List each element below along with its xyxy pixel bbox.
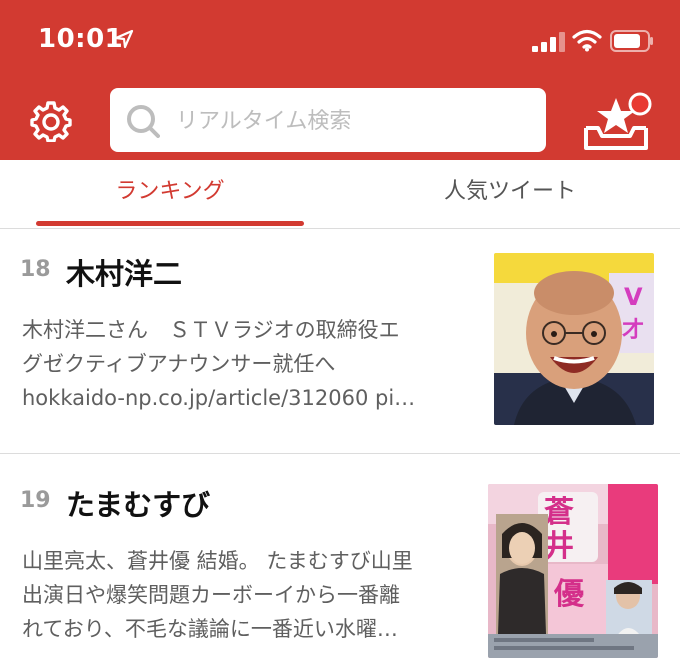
svg-text:井: 井 xyxy=(544,529,574,564)
svg-text:蒼: 蒼 xyxy=(544,495,574,530)
wifi-icon xyxy=(572,29,602,52)
svg-text:才: 才 xyxy=(622,317,644,343)
description-line: hokkaido-np.co.jp/article/312060 pi… xyxy=(22,386,416,410)
description-line: れており、不毛な議論に一番近い水曜… xyxy=(22,617,398,641)
location-arrow-icon xyxy=(114,29,134,49)
gear-icon[interactable] xyxy=(30,100,72,142)
ranking-list-item[interactable]: 19 たまむすび 山里亮太、蒼井優 結婚。 たまむすび山里 出演日や爆笑問題カー… xyxy=(0,454,680,669)
rank-number: 18 xyxy=(20,257,51,282)
active-tab-indicator xyxy=(36,221,304,226)
description-line: グゼクティブアナウンサー就任へ xyxy=(22,352,336,376)
status-bar: 10:01 xyxy=(0,0,680,80)
favorite-star-tray-icon[interactable] xyxy=(582,92,656,152)
search-bar[interactable] xyxy=(110,88,546,152)
ranking-list-item[interactable]: 18 木村洋二 木村洋二さん ＳＴＶラジオの取締役エ グゼクティブアナウンサー就… xyxy=(0,229,680,454)
tab-bar: ランキング 人気ツイート xyxy=(0,160,680,229)
status-time: 10:01 xyxy=(38,24,124,54)
rank-number: 19 xyxy=(20,488,51,513)
trend-description: 木村洋二さん ＳＴＶラジオの取締役エ グゼクティブアナウンサー就任へ hokka… xyxy=(22,313,470,415)
trend-title: たまむすび xyxy=(66,488,211,522)
svg-text:優: 優 xyxy=(553,577,585,612)
tab-popular-tweets[interactable]: 人気ツイート xyxy=(340,160,680,226)
tab-ranking[interactable]: ランキング xyxy=(0,160,340,226)
cellular-signal-icon xyxy=(532,32,565,52)
trend-description: 山里亮太、蒼井優 結婚。 たまむすび山里 出演日や爆笑問題カーボーイから一番離 … xyxy=(22,544,470,646)
description-line: 木村洋二さん ＳＴＶラジオの取締役エ xyxy=(22,318,400,342)
app-header: 10:01 xyxy=(0,0,680,160)
svg-text:V: V xyxy=(624,283,643,311)
trend-title: 木村洋二 xyxy=(66,257,183,291)
battery-icon xyxy=(610,30,653,52)
search-icon xyxy=(127,105,160,138)
thumbnail-image[interactable]: V 才 xyxy=(494,253,654,425)
description-line: 山里亮太、蒼井優 結婚。 たまむすび山里 xyxy=(22,549,413,573)
description-line: 出演日や爆笑問題カーボーイから一番離 xyxy=(22,583,400,607)
search-input[interactable] xyxy=(174,102,528,140)
thumbnail-image[interactable]: 蒼 井 優 xyxy=(488,484,658,658)
